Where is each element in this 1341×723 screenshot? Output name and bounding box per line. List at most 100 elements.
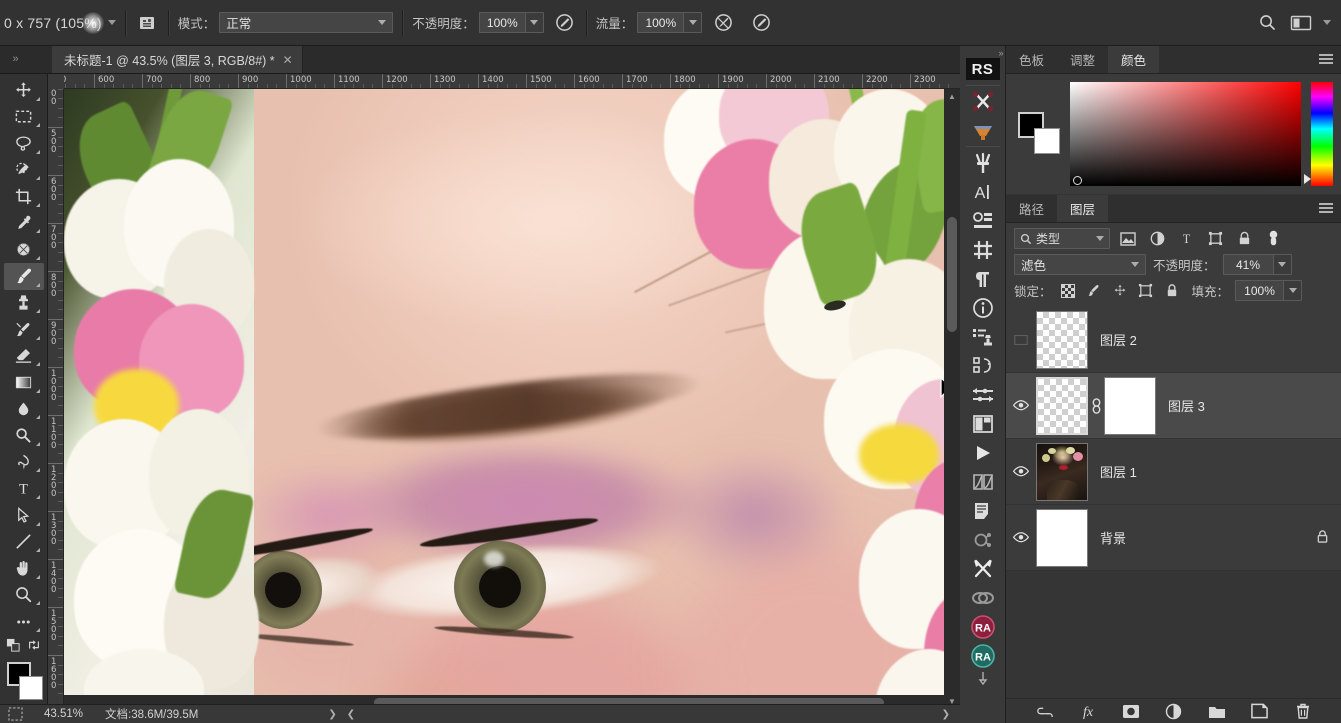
hue-ramp-marker[interactable] xyxy=(1304,174,1311,184)
tab-layers[interactable]: 图层 xyxy=(1057,195,1109,222)
filter-pixel-icon[interactable] xyxy=(1117,229,1139,249)
layer-list-stamp-icon[interactable] xyxy=(962,322,1004,351)
line-shape-tool[interactable] xyxy=(4,529,44,556)
status-next-arrow[interactable]: ❯ xyxy=(942,709,950,720)
color-fan-icon[interactable] xyxy=(962,116,1004,145)
gradient-tool[interactable] xyxy=(4,369,44,396)
ra-red-icon[interactable]: RA xyxy=(962,612,1004,641)
clone-stamp-tool[interactable] xyxy=(4,290,44,317)
layer-mask-thumbnail[interactable] xyxy=(1104,376,1156,435)
filter-shape-icon[interactable] xyxy=(1204,229,1226,249)
screen-mode-icon[interactable] xyxy=(8,707,23,723)
tab-color[interactable]: 颜色 xyxy=(1108,46,1160,73)
eraser-tool[interactable] xyxy=(4,343,44,370)
brush-tool[interactable] xyxy=(3,262,44,290)
status-expand-arrow[interactable]: ❯ xyxy=(328,709,336,720)
layer-visibility-toggle[interactable] xyxy=(1006,505,1036,570)
info-icon[interactable] xyxy=(962,293,1004,322)
layer-visibility-toggle[interactable] xyxy=(1006,373,1036,438)
sliders-icon[interactable] xyxy=(962,380,1004,409)
layers-panel-menu-icon[interactable] xyxy=(1319,203,1333,213)
filter-adjustment-icon[interactable] xyxy=(1146,229,1168,249)
chevron-down-icon[interactable] xyxy=(107,20,116,25)
dodge-tool[interactable] xyxy=(4,422,44,449)
brush-preset-panel-icon[interactable] xyxy=(135,11,159,35)
flow-control[interactable]: 100% xyxy=(637,12,703,33)
new-adjustment-layer-icon[interactable] xyxy=(1165,702,1183,720)
color-field-picker[interactable] xyxy=(1073,176,1082,185)
patch-panel-icon[interactable] xyxy=(962,206,1004,235)
grid-icon[interactable] xyxy=(962,235,1004,264)
layer-filter-type-select[interactable]: 类型 xyxy=(1014,228,1110,249)
new-group-icon[interactable] xyxy=(1208,702,1226,720)
background-color-swatch[interactable] xyxy=(18,675,43,700)
chevron-down-icon[interactable] xyxy=(1323,20,1331,25)
notes-icon[interactable] xyxy=(962,496,1004,525)
table-row[interactable]: 背景 xyxy=(1006,505,1341,571)
ai-icon[interactable]: A xyxy=(962,177,1004,206)
opacity-control[interactable]: 100% xyxy=(478,12,544,33)
plugin-dock-grip[interactable]: » xyxy=(960,48,1005,58)
lock-image-pixels-icon[interactable] xyxy=(1084,282,1104,300)
scroll-up-arrow[interactable]: ▲ xyxy=(944,89,960,104)
layer-opacity-input[interactable]: 41% xyxy=(1222,254,1273,275)
layer-visibility-toggle[interactable] xyxy=(1006,439,1036,504)
status-collapse-arrow[interactable]: ❮ xyxy=(347,709,355,720)
tab-adjustments[interactable]: 调整 xyxy=(1057,46,1109,73)
layer-thumbnail[interactable] xyxy=(1036,310,1088,369)
add-layer-mask-icon[interactable] xyxy=(1122,702,1140,720)
canvas-vertical-scrollbar[interactable]: ▲ ▼ xyxy=(944,89,960,709)
document-size-status[interactable]: 文档:38.6M/39.5M xyxy=(93,706,198,722)
table-row[interactable]: 图层 1 xyxy=(1006,439,1341,505)
delete-layer-icon[interactable] xyxy=(1294,702,1312,720)
blend-mode-select[interactable]: 正常 xyxy=(219,12,394,33)
layer-visibility-toggle[interactable] xyxy=(1006,307,1036,372)
default-colors-icon[interactable] xyxy=(6,638,21,656)
tab-paths[interactable]: 路径 xyxy=(1006,195,1058,222)
hand-tool[interactable] xyxy=(4,555,44,582)
table-row[interactable]: 图层 3 xyxy=(1006,373,1341,439)
lock-all-icon[interactable] xyxy=(1162,282,1182,300)
close-icon[interactable]: ✕ xyxy=(283,53,293,67)
horizontal-type-tool[interactable]: T xyxy=(4,475,44,502)
lock-artboard-nesting-icon[interactable] xyxy=(1136,282,1156,300)
hue-ramp[interactable] xyxy=(1304,82,1333,186)
new-layer-icon[interactable] xyxy=(1251,702,1269,720)
search-icon[interactable] xyxy=(1255,11,1279,35)
layer-thumbnail[interactable] xyxy=(1036,376,1088,435)
layer-opacity-stepper[interactable] xyxy=(1272,254,1292,275)
color-panel-menu-icon[interactable] xyxy=(1319,54,1333,64)
document-tab[interactable]: 未标题-1 @ 43.5% (图层 3, RGB/8#) * ✕ xyxy=(52,46,303,73)
tab-swatches[interactable]: 色板 xyxy=(1006,46,1058,73)
move-tool[interactable] xyxy=(4,77,44,104)
rectangular-marquee-tool[interactable] xyxy=(4,104,44,131)
path-selection-tool[interactable] xyxy=(4,502,44,529)
paragraph-icon[interactable] xyxy=(962,264,1004,293)
lock-position-icon[interactable] xyxy=(1110,282,1130,300)
flow-stepper[interactable] xyxy=(683,12,703,33)
mask-link-icon[interactable] xyxy=(1088,397,1104,414)
layer-fill-input[interactable]: 100% xyxy=(1235,280,1284,301)
layer-name[interactable]: 图层 2 xyxy=(1100,330,1137,349)
curve-compare-icon[interactable] xyxy=(962,467,1004,496)
chain-link-icon[interactable] xyxy=(962,583,1004,612)
spot-healing-brush-tool[interactable] xyxy=(4,236,44,263)
filter-toggle-icon[interactable] xyxy=(1262,229,1284,249)
scissors-icon[interactable] xyxy=(962,554,1004,583)
color-panel-swatches[interactable] xyxy=(1018,112,1060,156)
color-panel-background-swatch[interactable] xyxy=(1034,128,1060,154)
eyedropper-tool[interactable] xyxy=(4,210,44,237)
zoom-tool[interactable] xyxy=(4,582,44,609)
play-icon[interactable] xyxy=(962,438,1004,467)
opacity-stepper[interactable] xyxy=(524,12,544,33)
layer-thumbnail[interactable] xyxy=(1036,508,1088,567)
smoothing-options-icon[interactable] xyxy=(749,11,773,35)
filter-type-icon[interactable]: T xyxy=(1175,229,1197,249)
ra-teal-icon[interactable]: RA xyxy=(962,641,1004,670)
steps-icon[interactable] xyxy=(962,351,1004,380)
link-layers-icon[interactable] xyxy=(1036,702,1054,720)
layer-style-fx-icon[interactable]: fx xyxy=(1079,702,1097,720)
layer-name[interactable]: 图层 1 xyxy=(1100,462,1137,481)
history-brush-tool[interactable] xyxy=(4,316,44,343)
airbrush-icon[interactable] xyxy=(711,11,735,35)
